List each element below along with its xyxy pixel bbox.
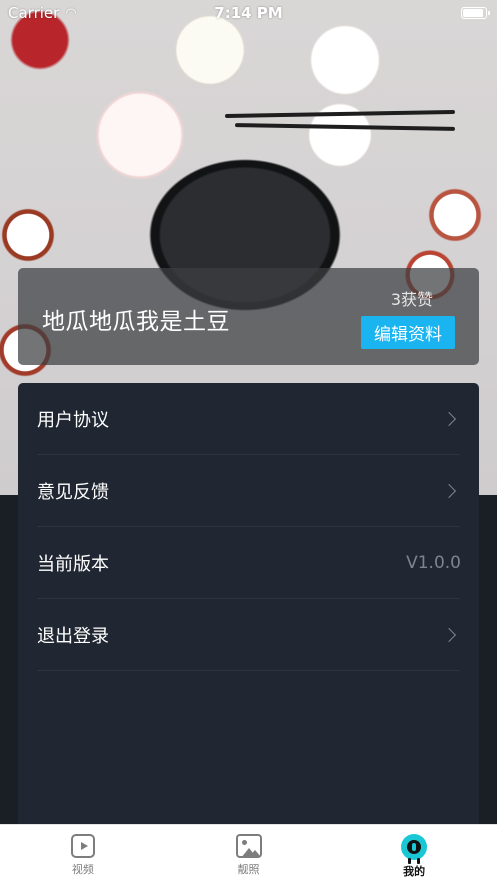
profile-card: 地瓜地瓜我是土豆 3获赞 编辑资料	[18, 268, 479, 365]
profile-icon	[401, 834, 428, 864]
video-icon	[70, 834, 95, 858]
edit-profile-button[interactable]: 编辑资料	[361, 316, 455, 349]
tab-me[interactable]: 我的	[331, 825, 497, 883]
settings-menu: 用户协议 意见反馈 当前版本 V1.0.0 退出登录	[18, 383, 479, 843]
tab-bar: 视频 靓照 我的	[0, 824, 497, 883]
menu-item-logout[interactable]: 退出登录	[37, 599, 460, 671]
likes-count: 3获赞	[390, 290, 433, 309]
chopstick-decoration	[234, 123, 456, 131]
tab-photos[interactable]: 靓照	[166, 825, 332, 883]
status-time: 7:14 PM	[214, 4, 283, 22]
menu-item-label: 当前版本	[37, 553, 109, 575]
chevron-right-icon	[441, 627, 457, 642]
menu-item-user-agreement[interactable]: 用户协议	[37, 383, 460, 455]
chopstick-decoration	[224, 109, 456, 119]
menu-item-feedback[interactable]: 意见反馈	[37, 455, 460, 527]
battery-icon	[461, 7, 490, 19]
menu-item-label: 用户协议	[37, 409, 109, 431]
menu-item-label: 意见反馈	[37, 481, 109, 503]
chevron-right-icon	[441, 411, 457, 426]
tab-label: 我的	[403, 865, 426, 878]
menu-item-label: 退出登录	[37, 625, 109, 647]
profile-name: 地瓜地瓜我是土豆	[42, 309, 230, 335]
chevron-right-icon	[441, 483, 457, 498]
version-value: V1.0.0	[406, 552, 461, 573]
menu-item-version: 当前版本 V1.0.0	[37, 527, 461, 599]
tab-label: 视频	[71, 863, 94, 876]
status-bar: Carrier ◠ 7:14 PM	[0, 0, 497, 26]
tab-label: 靓照	[237, 863, 260, 876]
photo-icon	[235, 834, 262, 858]
tab-video[interactable]: 视频	[0, 825, 166, 883]
